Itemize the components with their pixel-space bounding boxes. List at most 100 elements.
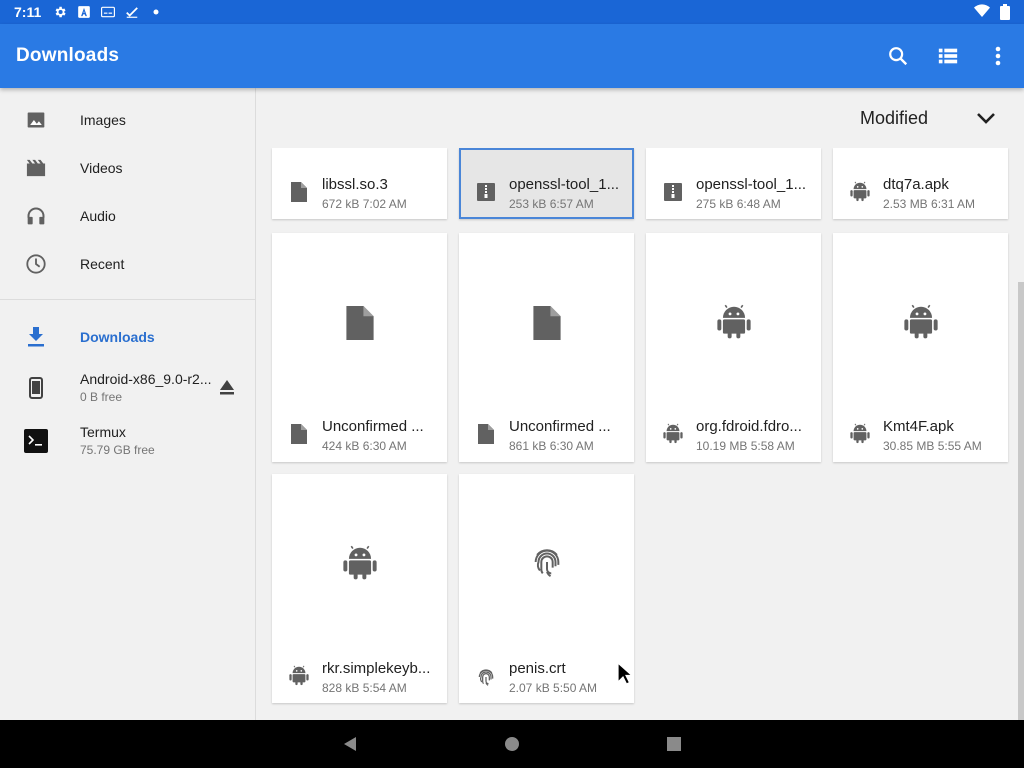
file-name: openssl-tool_1... — [696, 176, 807, 193]
file-card[interactable]: rkr.simplekeyb... 828 kB 5:54 AM — [272, 474, 447, 703]
checklist-icon — [125, 5, 139, 19]
sidebar-divider — [0, 299, 256, 300]
font-a-icon — [77, 5, 91, 19]
sidebar-item-videos[interactable]: Videos — [0, 144, 256, 192]
sidebar-item-label: Videos — [80, 160, 123, 176]
file-meta: 672 kB 7:02 AM — [322, 197, 407, 211]
mouse-pointer-icon — [617, 661, 634, 686]
sidebar-item-label: Android-x86_9.0-r2... — [80, 371, 212, 387]
file-meta: 861 kB 6:30 AM — [509, 439, 594, 453]
file-name: Kmt4F.apk — [883, 418, 954, 435]
file-icon — [340, 301, 380, 345]
scrollbar[interactable] — [1018, 282, 1024, 720]
file-card[interactable]: Unconfirmed ... 861 kB 6:30 AM — [459, 233, 634, 462]
status-bar: 7:11 — [0, 0, 1024, 24]
sidebar-item-audio[interactable]: Audio — [0, 192, 256, 240]
android-icon — [340, 540, 380, 584]
image-icon — [24, 108, 48, 132]
file-name: openssl-tool_1... — [509, 176, 620, 193]
chevron-down-icon — [977, 113, 995, 124]
file-name: penis.crt — [509, 660, 566, 677]
app-bar: Downloads — [0, 24, 1024, 88]
file-name: Unconfirmed ... — [322, 418, 424, 435]
sidebar-item-label: Images — [80, 112, 126, 128]
android-icon — [901, 299, 941, 343]
sidebar-item-label: Audio — [80, 208, 116, 224]
terminal-icon — [24, 429, 48, 453]
archive-icon — [475, 181, 497, 203]
clock-icon — [24, 252, 48, 276]
file-meta: 2.07 kB 5:50 AM — [509, 681, 598, 695]
sidebar-item-subtitle: 0 B free — [80, 390, 123, 404]
android-icon — [849, 180, 871, 202]
fingerprint-icon — [475, 666, 497, 688]
phone-icon — [24, 376, 48, 400]
file-meta: 30.85 MB 5:55 AM — [883, 439, 982, 453]
eject-button[interactable] — [218, 379, 238, 397]
battery-icon — [1000, 4, 1010, 23]
search-button[interactable] — [886, 44, 910, 68]
file-card[interactable]: openssl-tool_1... 253 kB 6:57 AM — [459, 148, 634, 219]
headphones-icon — [24, 204, 48, 228]
download-icon — [24, 325, 48, 349]
file-name: libssl.so.3 — [322, 176, 388, 193]
file-card[interactable]: org.fdroid.fdro... 10.19 MB 5:58 AM — [646, 233, 821, 462]
file-icon — [288, 181, 310, 203]
sort-toggle-button[interactable] — [974, 106, 1002, 130]
search-icon — [889, 47, 908, 66]
home-button[interactable] — [500, 732, 524, 756]
navigation-drawer: Images Videos Audio Recent Downloads And… — [0, 88, 256, 720]
android-icon — [662, 422, 684, 444]
sort-header: Modified — [256, 88, 1024, 148]
android-icon — [849, 422, 871, 444]
file-card[interactable]: libssl.so.3 672 kB 7:02 AM — [272, 148, 447, 219]
status-time: 7:11 — [14, 4, 42, 20]
file-card[interactable]: penis.crt 2.07 kB 5:50 AM — [459, 474, 634, 703]
file-meta: 2.53 MB 6:31 AM — [883, 197, 976, 211]
sidebar-item-android-x86[interactable]: Android-x86_9.0-r2... 0 B free — [0, 363, 256, 413]
sort-label[interactable]: Modified — [860, 108, 928, 129]
back-button[interactable] — [338, 732, 362, 756]
notification-dot-icon — [149, 5, 163, 19]
file-name: org.fdroid.fdro... — [696, 418, 802, 435]
sidebar-item-images[interactable]: Images — [0, 96, 256, 144]
sidebar-item-subtitle: 75.79 GB free — [80, 443, 155, 457]
file-card[interactable]: Unconfirmed ... 424 kB 6:30 AM — [272, 233, 447, 462]
file-icon — [288, 423, 310, 445]
recents-square-icon — [667, 737, 681, 751]
overflow-menu-button[interactable] — [986, 44, 1010, 68]
more-vert-icon — [995, 46, 1001, 66]
subtitles-icon — [101, 5, 116, 19]
wifi-icon — [974, 4, 990, 23]
movie-icon — [24, 156, 48, 180]
system-navigation-bar — [0, 720, 1024, 768]
file-meta: 253 kB 6:57 AM — [509, 197, 594, 211]
file-card[interactable]: dtq7a.apk 2.53 MB 6:31 AM — [833, 148, 1008, 219]
file-card[interactable]: Kmt4F.apk 30.85 MB 5:55 AM — [833, 233, 1008, 462]
sidebar-item-termux[interactable]: Termux 75.79 GB free — [0, 416, 256, 466]
sidebar-item-downloads[interactable]: Downloads — [0, 313, 256, 361]
home-circle-icon — [505, 737, 519, 751]
sidebar-item-recent[interactable]: Recent — [0, 240, 256, 288]
view-list-icon — [938, 48, 958, 64]
sidebar-item-label: Recent — [80, 256, 125, 272]
recents-button[interactable] — [662, 732, 686, 756]
android-icon — [288, 664, 310, 686]
fingerprint-icon — [527, 540, 567, 584]
file-icon — [527, 301, 567, 345]
back-triangle-icon — [344, 737, 356, 751]
eject-icon — [220, 380, 234, 395]
app-title: Downloads — [16, 45, 120, 66]
file-meta: 10.19 MB 5:58 AM — [696, 439, 795, 453]
list-view-button[interactable] — [936, 44, 960, 68]
file-name: dtq7a.apk — [883, 176, 949, 193]
archive-icon — [662, 181, 684, 203]
sidebar-item-label: Downloads — [80, 329, 155, 345]
file-name: Unconfirmed ... — [509, 418, 611, 435]
file-card[interactable]: openssl-tool_1... 275 kB 6:48 AM — [646, 148, 821, 219]
android-icon — [714, 299, 754, 343]
file-meta: 828 kB 5:54 AM — [322, 681, 407, 695]
sidebar-item-label: Termux — [80, 424, 126, 440]
file-meta: 275 kB 6:48 AM — [696, 197, 781, 211]
file-name: rkr.simplekeyb... — [322, 660, 431, 677]
